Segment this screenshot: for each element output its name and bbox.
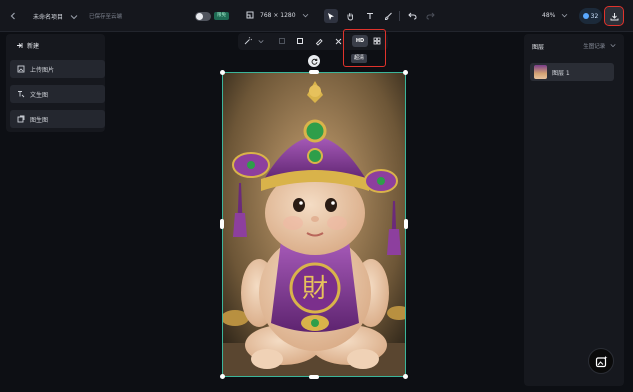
hand-icon	[347, 12, 353, 20]
resize-handle-right[interactable]	[404, 219, 408, 229]
undo-icon	[407, 12, 417, 20]
zoom-selector[interactable]: 48%	[542, 12, 568, 19]
new-entry-icon	[17, 43, 23, 48]
expand-icon	[279, 38, 285, 44]
zoom-label: 48%	[542, 12, 556, 19]
image-to-image-icon	[17, 115, 25, 123]
upload-image-button[interactable]: 上传图片	[10, 60, 105, 78]
select-tool-button[interactable]	[324, 9, 338, 23]
image-upload-icon	[17, 65, 25, 73]
chevron-down-icon	[302, 13, 308, 17]
new-label: 新建	[27, 43, 40, 50]
magic-wand-icon	[244, 37, 252, 45]
chevron-down-icon	[562, 13, 568, 18]
canvas-size-selector[interactable]: 768 × 1280	[246, 11, 309, 19]
new-header[interactable]: 新建	[16, 41, 39, 50]
resize-handle-left[interactable]	[220, 219, 224, 229]
back-button[interactable]	[8, 10, 18, 22]
cutout-button[interactable]	[331, 34, 345, 48]
text-icon	[367, 12, 373, 19]
resize-handle-tl[interactable]	[220, 70, 225, 75]
canvas-size-label: 768 × 1280	[260, 11, 296, 19]
project-name-label: 未命名项目	[33, 14, 64, 21]
layer-item[interactable]: 图层 1	[530, 63, 614, 81]
left-panel: 新建 上传图片 文生图 图生图	[6, 34, 105, 132]
redo-button[interactable]	[423, 9, 437, 23]
divider	[399, 11, 400, 21]
save-status: 已保存至云端	[89, 14, 123, 20]
project-name[interactable]: 未命名项目	[33, 12, 78, 21]
resize-handle-br[interactable]	[403, 374, 408, 379]
brush-tool-button[interactable]	[381, 9, 395, 23]
image-to-image-label: 图生图	[30, 116, 49, 124]
hd-upscale-button[interactable]: HD	[352, 35, 368, 47]
baby-photo: 財	[223, 73, 405, 376]
crop-icon	[297, 38, 303, 44]
cursor-icon	[328, 12, 334, 20]
credits-badge[interactable]: 32	[579, 8, 602, 24]
top-bar: 未命名项目 已保存至云端 限免 768 × 1280 48% 32	[0, 0, 633, 32]
ai-assistant-button[interactable]	[588, 348, 614, 374]
history-label: 生图记录	[583, 44, 606, 50]
regenerate-button[interactable]	[308, 55, 320, 67]
chevron-left-icon	[10, 12, 15, 20]
history-dropdown[interactable]: 生图记录	[583, 42, 616, 50]
refresh-icon	[311, 58, 317, 65]
download-icon	[610, 12, 618, 20]
mode-toggle[interactable]	[195, 12, 211, 21]
image-sparkle-icon	[595, 355, 607, 367]
chevron-down-icon	[610, 44, 616, 48]
layer-thumbnail	[534, 65, 547, 79]
image-to-image-button[interactable]: 图生图	[10, 110, 105, 128]
resize-handle-bottom[interactable]	[309, 375, 319, 379]
chevron-down-icon	[70, 14, 78, 19]
scissors-icon	[335, 38, 341, 44]
resize-icon	[246, 11, 254, 19]
magic-fill-button[interactable]	[241, 34, 255, 48]
hand-tool-button[interactable]	[343, 9, 357, 23]
resize-handle-bl[interactable]	[220, 374, 225, 379]
eraser-button[interactable]	[312, 34, 326, 48]
download-button[interactable]	[604, 6, 624, 26]
brush-icon	[384, 12, 392, 20]
svg-text:財: 財	[302, 274, 328, 304]
resize-handle-top[interactable]	[309, 70, 319, 74]
chevron-down-icon	[258, 40, 264, 44]
resize-handle-tr[interactable]	[403, 70, 408, 75]
text-to-image-icon	[18, 91, 25, 98]
expand-button[interactable]	[275, 34, 289, 48]
layers-title: 图层	[532, 44, 545, 51]
crop-button[interactable]	[293, 34, 307, 48]
undo-button[interactable]	[405, 9, 419, 23]
eraser-icon	[315, 38, 323, 46]
text-to-image-label: 文生图	[30, 91, 49, 99]
right-panel: 图层 生图记录 图层 1	[524, 34, 624, 386]
redo-icon	[425, 12, 435, 20]
hd-tooltip: 超清	[351, 54, 368, 63]
free-badge: 限免	[214, 12, 229, 20]
text-to-image-button[interactable]: 文生图	[10, 85, 105, 103]
text-tool-button[interactable]	[363, 9, 377, 23]
credits-count: 32	[590, 12, 599, 20]
canvas-image[interactable]: 財	[222, 72, 406, 377]
upload-image-label: 上传图片	[30, 66, 55, 74]
credit-coin-icon	[582, 13, 589, 19]
layer-name: 图层 1	[552, 69, 570, 77]
